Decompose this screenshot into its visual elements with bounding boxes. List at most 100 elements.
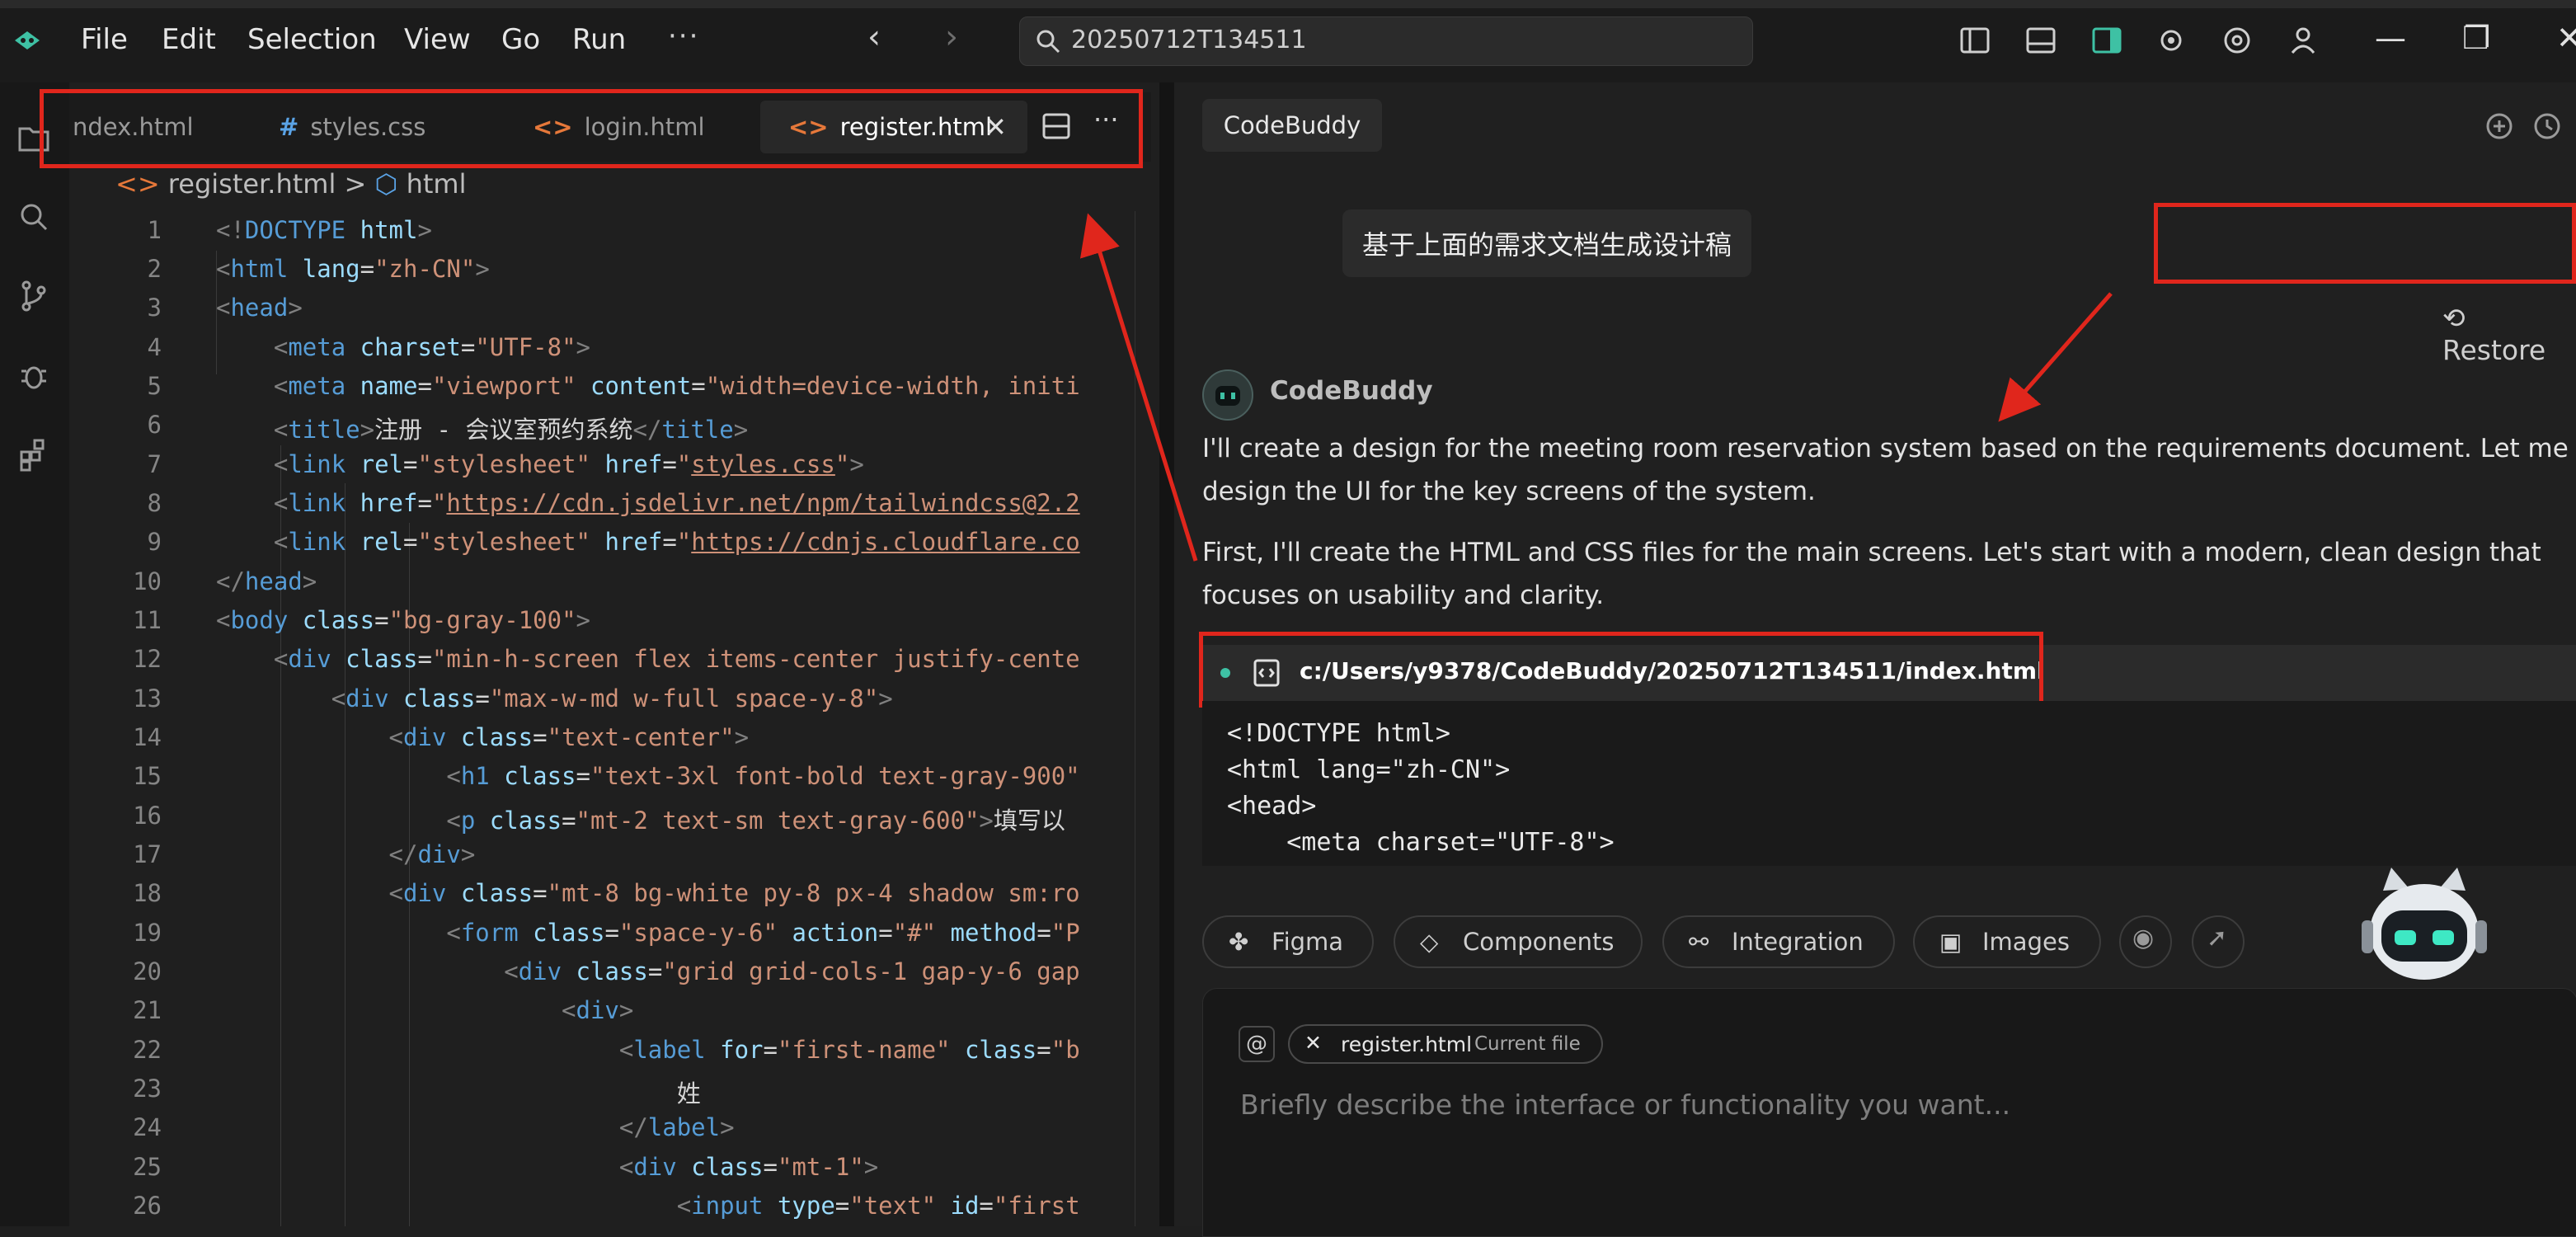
line-number: 26 <box>133 1192 162 1220</box>
menu-go[interactable]: Go <box>501 23 540 56</box>
forward-arrow-icon[interactable]: › <box>945 18 958 56</box>
code-line: <html lang="zh-CN"> <box>216 255 490 283</box>
rocket-icon: ➚ <box>2207 924 2228 952</box>
account-icon[interactable] <box>2284 21 2322 59</box>
line-number: 14 <box>133 723 162 751</box>
toggle-panel-icon[interactable] <box>2022 21 2060 59</box>
title-bar: File Edit Selection View Go Run ··· ‹ › … <box>0 0 2576 82</box>
components-chip[interactable]: ◇ Components <box>1394 915 1643 968</box>
line-number: 25 <box>133 1153 162 1181</box>
code-editor[interactable]: 1 2 3 4 5 6 7 8 9 10 11 12 13 14 15 16 1… <box>69 211 1159 1226</box>
menu-file[interactable]: File <box>81 23 128 56</box>
toggle-secondary-sidebar-icon[interactable] <box>2088 21 2126 59</box>
line-number: 21 <box>133 996 162 1024</box>
restore-button[interactable]: ⟲ Restore <box>2442 302 2576 366</box>
chat-input-placeholder[interactable]: Briefly describe the interface or functi… <box>1240 1089 2010 1121</box>
line-number: 24 <box>133 1113 162 1141</box>
menu-run[interactable]: Run <box>572 23 626 56</box>
menu-edit[interactable]: Edit <box>162 23 216 56</box>
source-control-icon[interactable] <box>15 277 53 315</box>
breadcrumb-node[interactable]: html <box>407 168 467 200</box>
code-line: </head> <box>216 567 317 595</box>
code-line: <!DOCTYPE html> <box>216 216 432 244</box>
breadcrumb: <> register.html > ⬡ html <box>115 168 466 200</box>
eye-icon: ◉ <box>2132 924 2155 952</box>
history-icon: ⟲ <box>2442 302 2466 334</box>
debug-icon[interactable] <box>15 356 53 394</box>
chip-label: Integration <box>1732 928 1864 956</box>
code-line: <link rel="stylesheet" href="https://cdn… <box>273 528 1080 556</box>
toggle-sidebar-icon[interactable] <box>1956 21 1994 59</box>
code-line: </label> <box>618 1113 735 1141</box>
remove-context-icon[interactable]: ✕ <box>1304 1031 1322 1055</box>
breadcrumb-file[interactable]: register.html <box>168 168 336 200</box>
line-number: 15 <box>133 762 162 790</box>
gear-icon[interactable] <box>2152 21 2190 59</box>
preview-button[interactable]: ◉ <box>2119 915 2172 968</box>
integration-chip[interactable]: ⚯ Integration <box>1662 915 1895 968</box>
codebuddy-avatar <box>1202 369 1253 421</box>
code-preview-line: <html lang="zh-CN"> <box>1227 755 1511 784</box>
figma-chip[interactable]: ✤ Figma <box>1202 915 1374 968</box>
search-icon <box>1037 30 1060 54</box>
line-number: 23 <box>133 1075 162 1103</box>
close-window-icon[interactable]: ✕ <box>2556 20 2576 56</box>
code-line: <div class="max-w-md w-full space-y-8"> <box>331 684 893 713</box>
context-file-chip[interactable]: ✕ register.html Current file <box>1288 1024 1603 1064</box>
browser-icon[interactable] <box>2218 21 2256 59</box>
html-file-icon: <> <box>115 168 160 200</box>
highlight-box-user-message <box>2154 203 2576 284</box>
new-chat-icon[interactable] <box>2484 111 2515 142</box>
line-number: 18 <box>133 879 162 907</box>
deploy-button[interactable]: ➚ <box>2192 915 2245 968</box>
code-preview: <!DOCTYPE html> <html lang="zh-CN"> <hea… <box>1202 701 2576 866</box>
components-icon: ◇ <box>1420 928 1439 956</box>
line-number: 12 <box>133 645 162 673</box>
line-number: 17 <box>133 840 162 868</box>
line-number: 4 <box>147 333 162 361</box>
code-line: <div class="mt-8 bg-white py-8 px-4 shad… <box>388 879 1080 907</box>
highlight-box-file-path <box>1199 632 2043 708</box>
line-number: 5 <box>147 372 162 400</box>
command-center-search[interactable]: 20250712T134511 <box>1019 16 1753 66</box>
code-line: <link href="https://cdn.jsdelivr.net/npm… <box>273 489 1080 517</box>
restore-window-icon[interactable]: ❐ <box>2462 20 2490 56</box>
highlight-box-tabs <box>40 89 1143 168</box>
context-file-name: register.html <box>1341 1032 1473 1056</box>
code-line: <head> <box>216 294 303 322</box>
line-number: 16 <box>133 802 162 830</box>
line-number: 3 <box>147 294 162 322</box>
line-number: 7 <box>147 450 162 478</box>
assistant-paragraph: First, I'll create the HTML and CSS file… <box>1202 538 2541 610</box>
code-line: <body class="bg-gray-100"> <box>216 606 591 634</box>
minimize-icon[interactable]: — <box>2375 20 2406 56</box>
figma-icon: ✤ <box>1229 928 1249 956</box>
user-message-text: 基于上面的需求文档生成设计稿 <box>1342 209 1752 277</box>
code-line: <div class="min-h-screen flex items-cent… <box>273 645 1080 673</box>
line-number: 22 <box>133 1036 162 1064</box>
code-line: <meta name="viewport" content="width=dev… <box>273 372 1080 400</box>
assistant-paragraph: I'll create a design for the meeting roo… <box>1202 434 2569 506</box>
line-number: 8 <box>147 489 162 517</box>
back-arrow-icon[interactable]: ‹ <box>867 18 881 56</box>
line-number: 20 <box>133 957 162 985</box>
search-text: 20250712T134511 <box>1071 26 1307 54</box>
code-line: <div> <box>562 996 634 1024</box>
panel-divider[interactable] <box>1159 82 1174 1226</box>
code-line: <div class="mt-1"> <box>618 1153 879 1181</box>
extensions-icon[interactable] <box>15 435 53 473</box>
mention-button[interactable]: @ <box>1239 1026 1275 1062</box>
history-icon[interactable] <box>2531 111 2563 142</box>
images-chip[interactable]: ▣ Images <box>1913 915 2101 968</box>
menu-view[interactable]: View <box>404 23 471 56</box>
menu-selection[interactable]: Selection <box>247 23 377 56</box>
search-view-icon[interactable] <box>15 198 53 236</box>
editor-scrollbar[interactable] <box>1135 211 1160 1226</box>
line-number: 1 <box>147 216 162 244</box>
tab-codebuddy[interactable]: CodeBuddy <box>1202 99 1382 152</box>
integration-icon: ⚯ <box>1689 928 1709 956</box>
more-menu-button[interactable]: ··· <box>668 20 699 53</box>
context-file-label: Current file <box>1474 1033 1581 1055</box>
code-line: <div class="text-center"> <box>388 723 750 751</box>
code-preview-line: <meta charset="UTF-8"> <box>1227 828 1615 857</box>
